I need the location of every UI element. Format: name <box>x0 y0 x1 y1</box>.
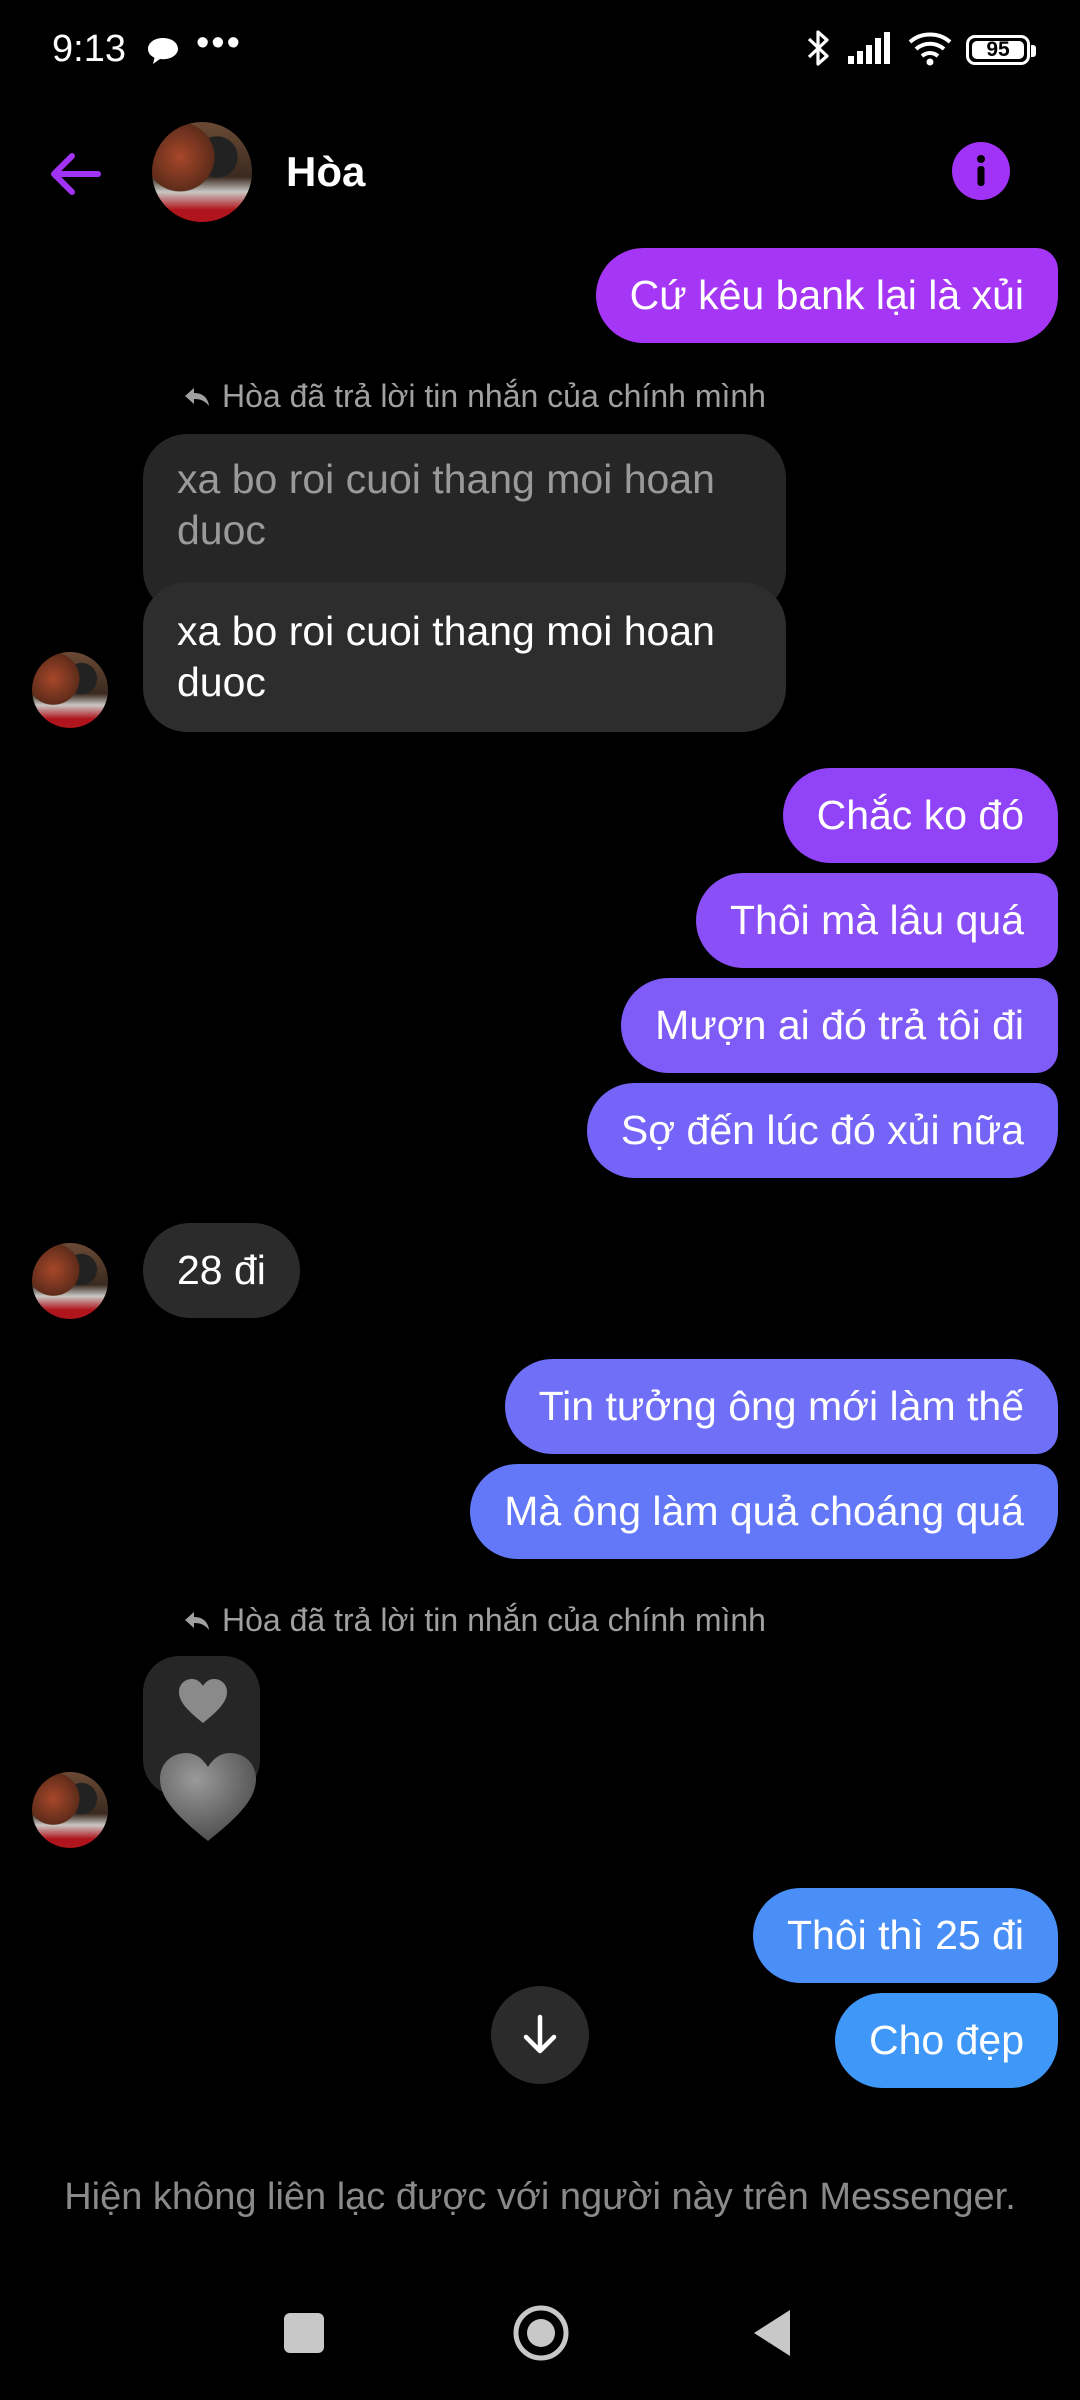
status-bar: 9:13 ••• 95 <box>0 0 1080 100</box>
reply-arrow-icon <box>185 1611 209 1630</box>
heart-icon[interactable] <box>158 1750 258 1844</box>
reply-indicator: Hòa đã trả lời tin nhắn của chính mình <box>182 1602 766 1639</box>
system-back-button[interactable] <box>750 2306 794 2360</box>
info-button[interactable] <box>952 142 1010 200</box>
reply-indicator-text: Hòa đã trả lời tin nhắn của chính mình <box>222 378 766 414</box>
reply-indicator-text: Hòa đã trả lời tin nhắn của chính mình <box>222 1602 766 1638</box>
more-notifications-icon: ••• <box>196 22 242 64</box>
outgoing-message[interactable]: Thôi mà lâu quá <box>695 873 1058 968</box>
back-arrow-icon <box>51 153 101 195</box>
chat-header: Hòa <box>0 100 1080 250</box>
bluetooth-icon <box>806 28 832 73</box>
battery-level: 95 <box>986 38 1010 61</box>
sender-avatar[interactable] <box>32 1243 108 1319</box>
outgoing-message[interactable]: Mượn ai đó trả tôi đi <box>621 978 1058 1073</box>
home-button[interactable] <box>512 2304 570 2362</box>
contact-name[interactable]: Hòa <box>286 148 365 196</box>
outgoing-message[interactable]: Thôi thì 25 đi <box>752 1888 1058 1983</box>
outgoing-message[interactable]: Mà ông làm quả choáng quá <box>470 1464 1058 1559</box>
incoming-message[interactable]: 28 đi <box>143 1223 300 1318</box>
reply-arrow-icon <box>185 387 209 406</box>
outgoing-message[interactable]: Tin tưởng ông mới làm thế <box>504 1359 1058 1454</box>
outgoing-message[interactable]: Sợ đến lúc đó xủi nữa <box>586 1083 1058 1178</box>
system-navigation-bar <box>0 2270 1080 2400</box>
info-icon <box>977 155 985 186</box>
arrow-down-icon <box>523 2014 557 2054</box>
outgoing-message[interactable]: Chắc ko đó <box>782 768 1058 863</box>
wifi-icon <box>908 30 952 71</box>
reply-indicator: Hòa đã trả lời tin nhắn của chính mình <box>182 378 766 415</box>
chat-notification-icon <box>146 36 180 71</box>
contact-avatar[interactable] <box>152 122 252 222</box>
outgoing-message[interactable]: Cứ kêu bank lại là xủi <box>595 248 1058 343</box>
battery-icon: 95 <box>966 35 1036 65</box>
status-time: 9:13 <box>52 28 126 70</box>
incoming-message[interactable]: xa bo roi cuoi thang moi hoan duoc <box>143 582 786 732</box>
sender-avatar[interactable] <box>32 652 108 728</box>
unavailable-notice: Hiện không liên lạc được với người này t… <box>64 2176 1016 2218</box>
recent-apps-button[interactable] <box>284 2313 324 2353</box>
heart-icon <box>179 1679 227 1723</box>
sender-avatar[interactable] <box>32 1772 108 1848</box>
back-button[interactable] <box>40 138 112 210</box>
outgoing-message[interactable]: Cho đẹp <box>834 1993 1058 2088</box>
signal-icon <box>846 30 894 71</box>
scroll-to-bottom-button[interactable] <box>491 1986 589 2084</box>
